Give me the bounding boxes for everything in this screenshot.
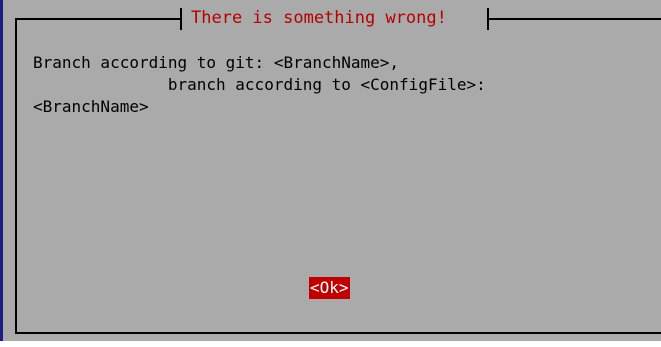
error-dialog: There is something wrong! Branch accordi… <box>0 0 661 341</box>
message-line: <BranchName> <box>33 97 149 116</box>
dialog-frame-bottom <box>15 332 661 334</box>
dialog-frame-top-right <box>489 18 661 20</box>
message-line: Branch according to git: <BranchName>, <box>33 53 400 72</box>
title-bracket-left <box>180 8 182 30</box>
dialog-title: There is something wrong! <box>191 8 447 28</box>
dialog-frame-left <box>15 18 17 334</box>
ok-button[interactable]: <Ok> <box>309 277 350 299</box>
terminal-screen: There is something wrong! Branch accordi… <box>0 0 661 347</box>
dialog-message: Branch according to git: <BranchName>, b… <box>33 52 653 118</box>
dialog-frame-top-left <box>15 18 181 20</box>
message-line: branch according to <ConfigFile>: <box>33 75 486 94</box>
